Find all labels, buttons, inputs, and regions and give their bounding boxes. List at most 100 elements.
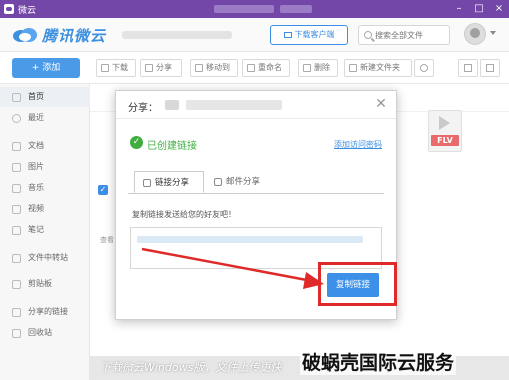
share-label: 分享 [156, 63, 172, 72]
move-to-button[interactable]: 移动到 [190, 59, 238, 77]
folder-icon [349, 64, 357, 72]
list-view-icon [464, 64, 472, 72]
logo-text: 腾讯微云 [42, 27, 107, 45]
link-icon [12, 308, 21, 317]
dialog-header: 分享： ✕ [116, 91, 396, 119]
sidebar-item-notes[interactable]: 笔记 [0, 220, 90, 240]
dialog-title: 分享： [128, 103, 158, 114]
chevron-down-icon[interactable] [490, 31, 496, 35]
list-view-button[interactable] [458, 59, 478, 77]
sidebar-item-label: 笔记 [28, 225, 44, 234]
app-header: 腾讯微云 下载客户端 [0, 18, 509, 52]
highlight-box-annotation [318, 262, 397, 306]
download-label: 下载 [112, 63, 128, 72]
move-to-label: 移动到 [206, 63, 230, 72]
search-icon [364, 31, 372, 39]
blurred-file-name [186, 100, 282, 110]
video-icon [12, 205, 21, 214]
download-icon [101, 64, 109, 72]
mail-icon [214, 178, 222, 186]
toolbar: + 添加 下载 分享 移动到 重命名 删除 新建文件夹 [0, 52, 509, 84]
sidebar-item-documents[interactable]: 文档 [0, 136, 90, 156]
document-icon [12, 142, 21, 151]
download-client-button[interactable]: 下载客户端 [270, 25, 348, 45]
sidebar-item-recycle-bin[interactable]: 回收站 [0, 323, 90, 343]
trash-icon [12, 329, 21, 338]
weiyun-app-icon [4, 4, 14, 14]
download-client-label: 下载客户端 [294, 30, 335, 39]
add-password-link[interactable]: 添加访问密码 [334, 139, 382, 150]
blurred-title-text-2 [280, 5, 312, 13]
avatar[interactable] [464, 23, 486, 45]
note-icon [12, 226, 21, 235]
delete-label: 删除 [314, 63, 330, 72]
grid-view-button[interactable] [480, 59, 500, 77]
image-icon [12, 163, 21, 172]
close-icon[interactable]: ✕ [373, 96, 389, 112]
search-input[interactable] [375, 28, 447, 42]
close-window-icon[interactable]: × [492, 2, 506, 16]
monitor-icon [283, 32, 292, 38]
cloud-logo-icon [13, 28, 37, 42]
trash-icon [303, 64, 311, 72]
clock-icon [12, 114, 21, 123]
flv-file-thumbnail[interactable]: FLV [428, 110, 462, 152]
footer-banner-text[interactable]: 下载微云Windows版，文件上传更快 [100, 359, 281, 375]
sidebar-item-music[interactable]: 音乐 [0, 178, 90, 198]
tab-mail-share-label: 邮件分享 [226, 177, 261, 187]
search-box[interactable] [358, 25, 450, 45]
add-button[interactable]: + 添加 [12, 58, 80, 78]
sidebar-item-transfer[interactable]: 文件中转站 [0, 248, 90, 268]
file-checkbox[interactable]: ✓ [98, 185, 108, 195]
sidebar-item-images[interactable]: 图片 [0, 157, 90, 177]
sidebar-item-label: 首页 [28, 92, 44, 101]
sidebar-item-label: 最近 [28, 113, 44, 122]
copy-hint-text: 复制链接发送给您的好友吧！ [132, 210, 236, 219]
sidebar-item-label: 回收站 [28, 328, 52, 337]
new-folder-button[interactable]: 新建文件夹 [344, 59, 412, 77]
blurred-title-text [214, 5, 274, 13]
sidebar-item-home[interactable]: 首页 [0, 87, 90, 107]
link-icon [143, 179, 151, 187]
sidebar-item-label: 音乐 [28, 183, 44, 192]
sidebar-item-video[interactable]: 视频 [0, 199, 90, 219]
sidebar-item-label: 文件中转站 [28, 253, 68, 262]
maximize-icon[interactable]: □ [472, 2, 486, 16]
window-title: 微云 [18, 6, 37, 16]
sidebar-item-recent[interactable]: 最近 [0, 108, 90, 128]
share-icon [145, 64, 153, 72]
move-icon [195, 64, 203, 72]
share-button[interactable]: 分享 [140, 59, 182, 77]
rename-button[interactable]: 重命名 [242, 59, 290, 77]
home-icon [12, 93, 21, 102]
sidebar: 首页 最近 文档 图片 音乐 视频 笔记 文件中转站 剪贴板 分享的链接 回收站 [0, 84, 90, 380]
download-button[interactable]: 下载 [96, 59, 136, 77]
minimize-icon[interactable]: – [452, 2, 466, 16]
flv-tag: FLV [431, 135, 459, 146]
new-folder-label: 新建文件夹 [360, 63, 400, 72]
tab-link-share[interactable]: 链接分享 [134, 171, 204, 193]
rename-icon [247, 64, 255, 72]
delete-button[interactable]: 删除 [298, 59, 338, 77]
blurred-share-link [137, 236, 363, 243]
refresh-button[interactable] [414, 59, 434, 77]
tab-link-share-label: 链接分享 [155, 178, 190, 188]
check-circle-icon: ✓ [130, 136, 143, 149]
sidebar-item-clipboard[interactable]: 剪贴板 [0, 274, 90, 294]
sidebar-item-label: 分享的链接 [28, 307, 68, 316]
link-created-message: 已创建链接 [147, 141, 197, 152]
watermark-text: 破蜗壳国际云服务 [300, 348, 457, 375]
file-label: 查看 [100, 236, 114, 244]
sidebar-item-label: 图片 [28, 162, 44, 171]
clipboard-icon [12, 280, 21, 289]
sidebar-item-shared-links[interactable]: 分享的链接 [0, 302, 90, 322]
blurred-file-icon [165, 100, 179, 110]
grid-view-icon [486, 64, 494, 72]
sidebar-item-label: 剪贴板 [28, 279, 52, 288]
tab-mail-share[interactable]: 邮件分享 [206, 171, 274, 193]
transfer-icon [12, 254, 21, 263]
play-icon [439, 116, 450, 130]
sidebar-item-label: 视频 [28, 204, 44, 213]
title-bar: 微云 – □ × [0, 0, 509, 18]
rename-label: 重命名 [258, 63, 282, 72]
